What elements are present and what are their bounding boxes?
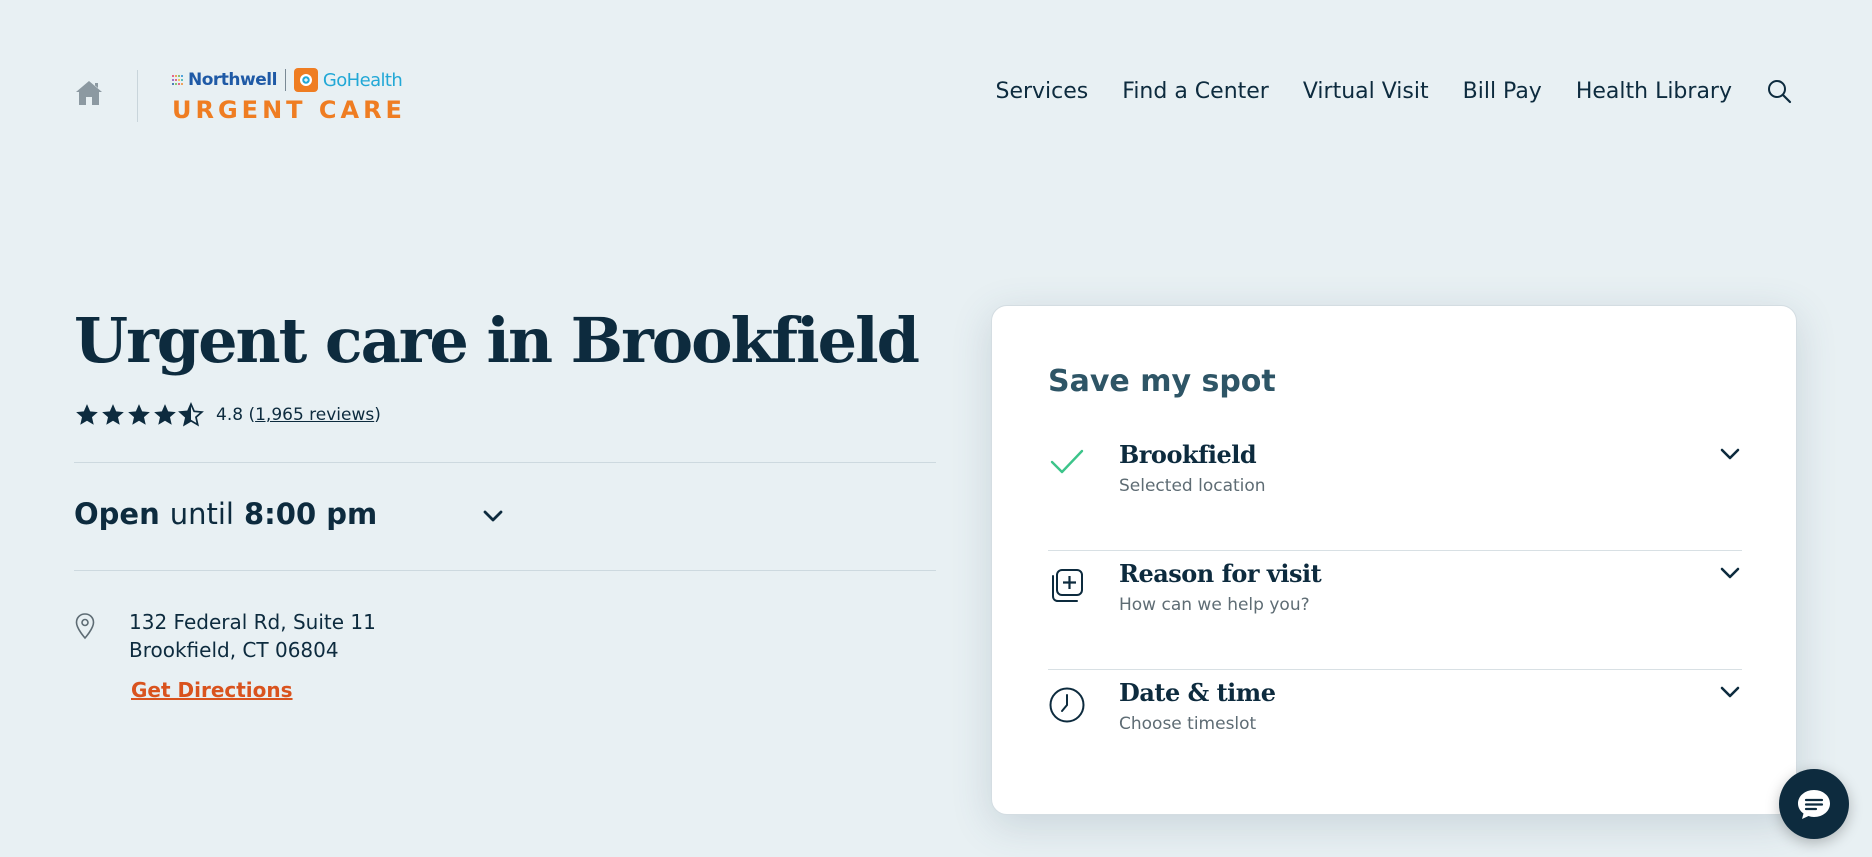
section-divider [74,462,936,463]
star-icon [76,404,98,425]
clock-icon [1048,686,1086,724]
medical-cross-icon [1048,567,1086,605]
step-date-time[interactable]: Date & time Choose timeslot [1048,670,1742,789]
logo-separator [284,69,286,91]
step-reason[interactable]: Reason for visit How can we help you? [1048,551,1742,670]
address-line-1: 132 Federal Rd, Suite 11 [129,610,376,634]
northwell-dots-icon [172,73,184,87]
check-icon [1048,442,1086,480]
address: 132 Federal Rd, Suite 11 Brookfield, CT … [129,608,376,664]
chevron-down-icon[interactable] [1718,561,1742,585]
address-line-2: Brookfield, CT 06804 [129,638,339,662]
rating-value: 4.8 [216,405,244,425]
reviews-link[interactable]: 1,965 reviews [255,405,374,425]
chat-button[interactable] [1779,769,1849,839]
gohealth-wordmark: GoHealth [322,69,403,91]
step-location[interactable]: Brookfield Selected location [1048,432,1742,551]
nav-find-a-center[interactable]: Find a Center [1122,79,1269,104]
nav-health-library[interactable]: Health Library [1576,79,1732,104]
step-reason-title: Reason for visit [1119,559,1322,588]
nav-bill-pay[interactable]: Bill Pay [1463,79,1542,104]
home-icon[interactable] [74,78,104,108]
step-reason-subtitle: How can we help you? [1119,595,1310,615]
step-date-time-subtitle: Choose timeslot [1119,714,1257,734]
rating-text: 4.8 (1,965 reviews) [216,405,381,425]
get-directions-link[interactable]: Get Directions [131,678,293,702]
nav-virtual-visit[interactable]: Virtual Visit [1303,79,1429,104]
logo[interactable]: Northwell GoHealth URGENT CARE [172,68,406,124]
rating-stars [74,402,204,428]
chat-bubble-icon [1798,790,1830,819]
star-icon [102,404,124,425]
step-location-subtitle: Selected location [1119,476,1266,496]
hours-toggle[interactable]: Open until 8:00 pm [74,497,377,531]
northwell-wordmark: Northwell [188,70,277,90]
hours-until-label: until [169,497,234,531]
chevron-down-icon[interactable] [1718,442,1742,466]
rating: 4.8 (1,965 reviews) [74,402,381,428]
card-title: Save my spot [1048,364,1276,399]
header-divider [137,70,138,122]
star-icon [154,404,176,425]
hours-open-label: Open [74,497,160,531]
step-location-title: Brookfield [1119,440,1257,469]
page-title: Urgent care in Brookfield [74,304,920,377]
main-nav: Services Find a Center Virtual Visit Bil… [961,78,1792,104]
step-date-time-title: Date & time [1119,678,1276,707]
location-pin-icon [74,612,96,640]
star-icon [128,404,150,425]
section-divider [74,570,936,571]
star-half-icon [178,402,204,427]
nav-services[interactable]: Services [995,79,1088,104]
gohealth-badge-icon [293,68,318,92]
urgent-care-wordmark: URGENT CARE [172,96,406,124]
search-icon[interactable] [1766,78,1792,104]
chevron-down-icon[interactable] [1718,680,1742,704]
hours-time: 8:00 pm [243,497,378,531]
save-my-spot-card: Save my spot Brookfield Selected locatio… [991,305,1797,815]
chevron-down-icon[interactable] [480,503,506,529]
